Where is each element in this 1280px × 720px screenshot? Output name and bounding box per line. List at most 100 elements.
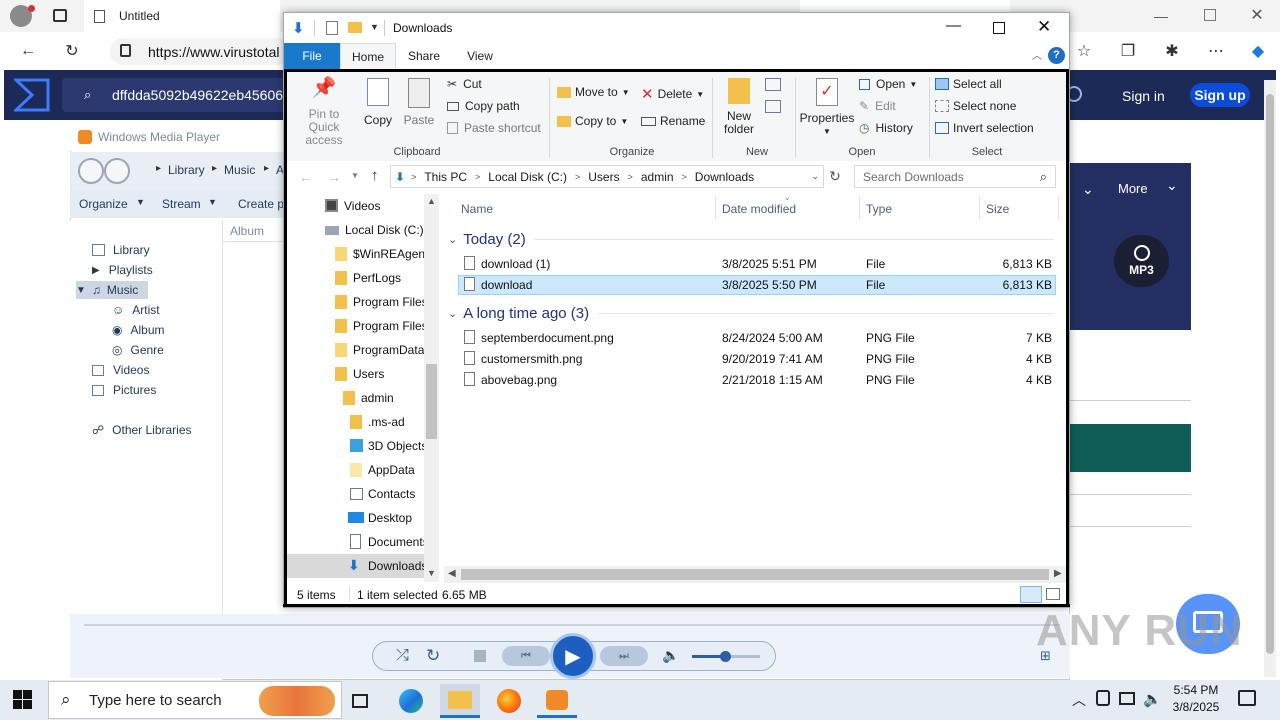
nav-item-perflogs[interactable]: PerfLogs <box>287 266 427 290</box>
column-header-type[interactable]: Type <box>866 199 892 219</box>
nav-item-appdata[interactable]: AppData <box>287 458 427 482</box>
collections-icon[interactable]: ❐ <box>1116 40 1140 62</box>
wmp-tree-videos[interactable]: Videos <box>92 361 149 379</box>
close-icon[interactable]: ✕ <box>1248 5 1266 24</box>
wmp-stream-button[interactable]: Stream <box>162 197 201 211</box>
favorite-star-icon[interactable]: ☆ <box>1072 40 1096 62</box>
address-crumb-downloads[interactable]: Downloads <box>695 170 754 184</box>
easy-access-icon[interactable] <box>765 100 781 113</box>
file-explorer-taskbar-icon[interactable] <box>440 684 480 718</box>
volume-slider[interactable] <box>692 651 760 662</box>
wmp-tree-other-libraries[interactable]: ☍ Other Libraries <box>92 421 192 439</box>
select-none-button[interactable]: Select none <box>935 99 1016 113</box>
task-view-icon[interactable] <box>340 684 380 718</box>
nav-item-desktop[interactable]: Desktop <box>287 506 427 530</box>
seek-bar[interactable] <box>84 624 1060 626</box>
new-folder-quick-icon[interactable] <box>348 22 362 33</box>
nav-scroll-thumb[interactable] <box>426 364 437 439</box>
file-row[interactable]: abovebag.png 2/21/2018 1:15 AM PNG File … <box>458 370 1056 390</box>
nav-item-contacts[interactable]: Contacts <box>287 482 427 506</box>
virustotal-logo-icon[interactable] <box>14 78 50 112</box>
play-icon[interactable]: ▶ <box>550 633 596 679</box>
nav-item-local-disk[interactable]: Local Disk (C:) <box>287 218 427 242</box>
address-crumb-this-pc[interactable]: This PC <box>424 170 467 184</box>
group-header-today[interactable]: ⌄ Today (2) <box>448 228 526 250</box>
back-icon[interactable]: ← <box>299 169 313 185</box>
new-folder-button[interactable]: New folder <box>719 78 759 136</box>
browser-tab-untitled[interactable]: Untitled <box>84 0 280 32</box>
address-crumb-admin[interactable]: admin <box>641 170 674 184</box>
vt-more-menu[interactable]: More <box>1118 181 1148 196</box>
column-header-name[interactable]: Name <box>461 199 493 219</box>
nav-item-winreagent[interactable]: $WinREAgent <box>287 242 427 266</box>
sign-up-button[interactable]: Sign up <box>1190 83 1250 107</box>
scroll-down-icon[interactable]: ▼ <box>427 568 436 578</box>
new-item-icon[interactable] <box>765 78 781 91</box>
column-header-size[interactable]: Size <box>986 199 1009 219</box>
address-bar[interactable]: https://www.virustotal <box>110 38 290 65</box>
tab-file[interactable]: File <box>284 43 340 69</box>
firefox-taskbar-icon[interactable] <box>489 684 529 718</box>
taskbar-clock[interactable]: 5:54 PM 3/8/2025 <box>1168 682 1224 718</box>
nav-item-programdata[interactable]: ProgramData <box>287 338 427 362</box>
select-all-button[interactable]: Select all <box>935 77 1002 91</box>
notification-center-icon[interactable] <box>1238 690 1256 706</box>
file-row-selected[interactable]: download 3/8/2025 5:50 PM File 6,813 KB <box>458 275 1056 295</box>
sign-in-link[interactable]: Sign in <box>1122 88 1165 104</box>
pin-quick-access-button[interactable]: 📌 Pin to Quick access <box>292 78 356 147</box>
chevron-down-icon[interactable]: ⌄ <box>1082 181 1094 198</box>
delete-button[interactable]: ✕ Delete ▼ <box>641 85 704 103</box>
maximize-icon[interactable] <box>993 22 1005 34</box>
tab-view[interactable]: View <box>452 43 508 69</box>
h-scroll-thumb[interactable] <box>461 569 1049 580</box>
windows-start-icon[interactable] <box>13 690 33 710</box>
wmp-breadcrumb-library[interactable]: Library <box>168 163 205 177</box>
copy-path-button[interactable]: Copy path <box>447 99 520 113</box>
nav-pane-scrollbar[interactable]: ▲ ▼ <box>424 194 439 582</box>
quick-access-dropdown-icon[interactable]: ▼ <box>370 22 379 32</box>
file-row[interactable]: customersmith.png 9/20/2019 7:41 AM PNG … <box>458 349 1056 369</box>
nav-item-program-files-x86[interactable]: Program Files <box>287 314 427 338</box>
copy-to-button[interactable]: Copy to ▼ <box>557 114 628 128</box>
nav-item-documents[interactable]: Documents <box>287 530 427 554</box>
paste-shortcut-button[interactable]: Paste shortcut <box>447 121 541 135</box>
file-row[interactable]: download (1) 3/8/2025 5:51 PM File 6,813… <box>458 254 1056 274</box>
copilot-icon[interactable]: ◆ <box>1246 40 1270 62</box>
shuffle-icon[interactable]: ⤮ <box>396 647 409 665</box>
chevron-down-icon-2[interactable]: ⌄ <box>1166 177 1178 194</box>
search-downloads-input[interactable]: Search Downloads ⌕ <box>854 165 1056 188</box>
wmp-tree-playlists[interactable]: ▶ Playlists <box>92 261 153 279</box>
nav-item-ms-ad[interactable]: .ms-ad <box>287 410 427 434</box>
back-icon[interactable]: ← <box>16 40 40 62</box>
wmp-tree-album[interactable]: ◉ Album <box>112 321 165 339</box>
edge-taskbar-icon[interactable] <box>391 684 431 718</box>
repeat-icon[interactable]: ↻ <box>426 646 440 666</box>
refresh-icon[interactable]: ↻ <box>826 165 844 188</box>
chevron-up-icon[interactable]: ︿ <box>1072 690 1086 710</box>
volume-icon[interactable]: 🔈 <box>1143 690 1162 708</box>
tab-home[interactable]: Home <box>340 43 396 69</box>
collapse-ribbon-icon[interactable]: ︿ <box>1032 47 1042 62</box>
refresh-icon[interactable]: ↻ <box>60 40 84 62</box>
wmp-tree-music[interactable]: ▼ ♫ Music <box>76 281 148 299</box>
move-to-button[interactable]: Move to ▼ <box>557 85 630 99</box>
nav-item-admin[interactable]: admin <box>287 386 427 410</box>
tab-actions-icon[interactable] <box>53 9 67 22</box>
wmp-tree-pictures[interactable]: Pictures <box>92 381 156 399</box>
address-box[interactable]: ⬇ > This PC > Local Disk (C:) > Users > … <box>390 165 824 188</box>
properties-quick-icon[interactable] <box>326 21 338 35</box>
settings-more-icon[interactable]: ⋯ <box>1204 40 1228 62</box>
nav-item-program-files[interactable]: Program Files <box>287 290 427 314</box>
file-list-horizontal-scrollbar[interactable]: ◀ ▶ <box>444 566 1066 583</box>
help-icon[interactable]: ? <box>1048 47 1065 64</box>
vt-search-input[interactable]: ⌕ dffdda5092b49622eb45606a3 <box>62 78 299 112</box>
forward-icon[interactable]: → <box>327 169 341 185</box>
wmp-tree-artist[interactable]: ☺ Artist <box>112 301 160 319</box>
cut-button[interactable]: ✂ Cut <box>447 77 482 91</box>
wmp-column-album[interactable]: Album <box>222 220 284 242</box>
nav-item-videos[interactable]: Videos <box>287 194 427 218</box>
properties-button[interactable]: ✓ Properties ▼ <box>799 78 855 138</box>
address-dropdown-icon[interactable]: ⌄ <box>811 171 819 182</box>
extensions-icon[interactable]: ✱ <box>1160 40 1184 62</box>
wmp-tree-library[interactable]: Library <box>92 241 150 259</box>
